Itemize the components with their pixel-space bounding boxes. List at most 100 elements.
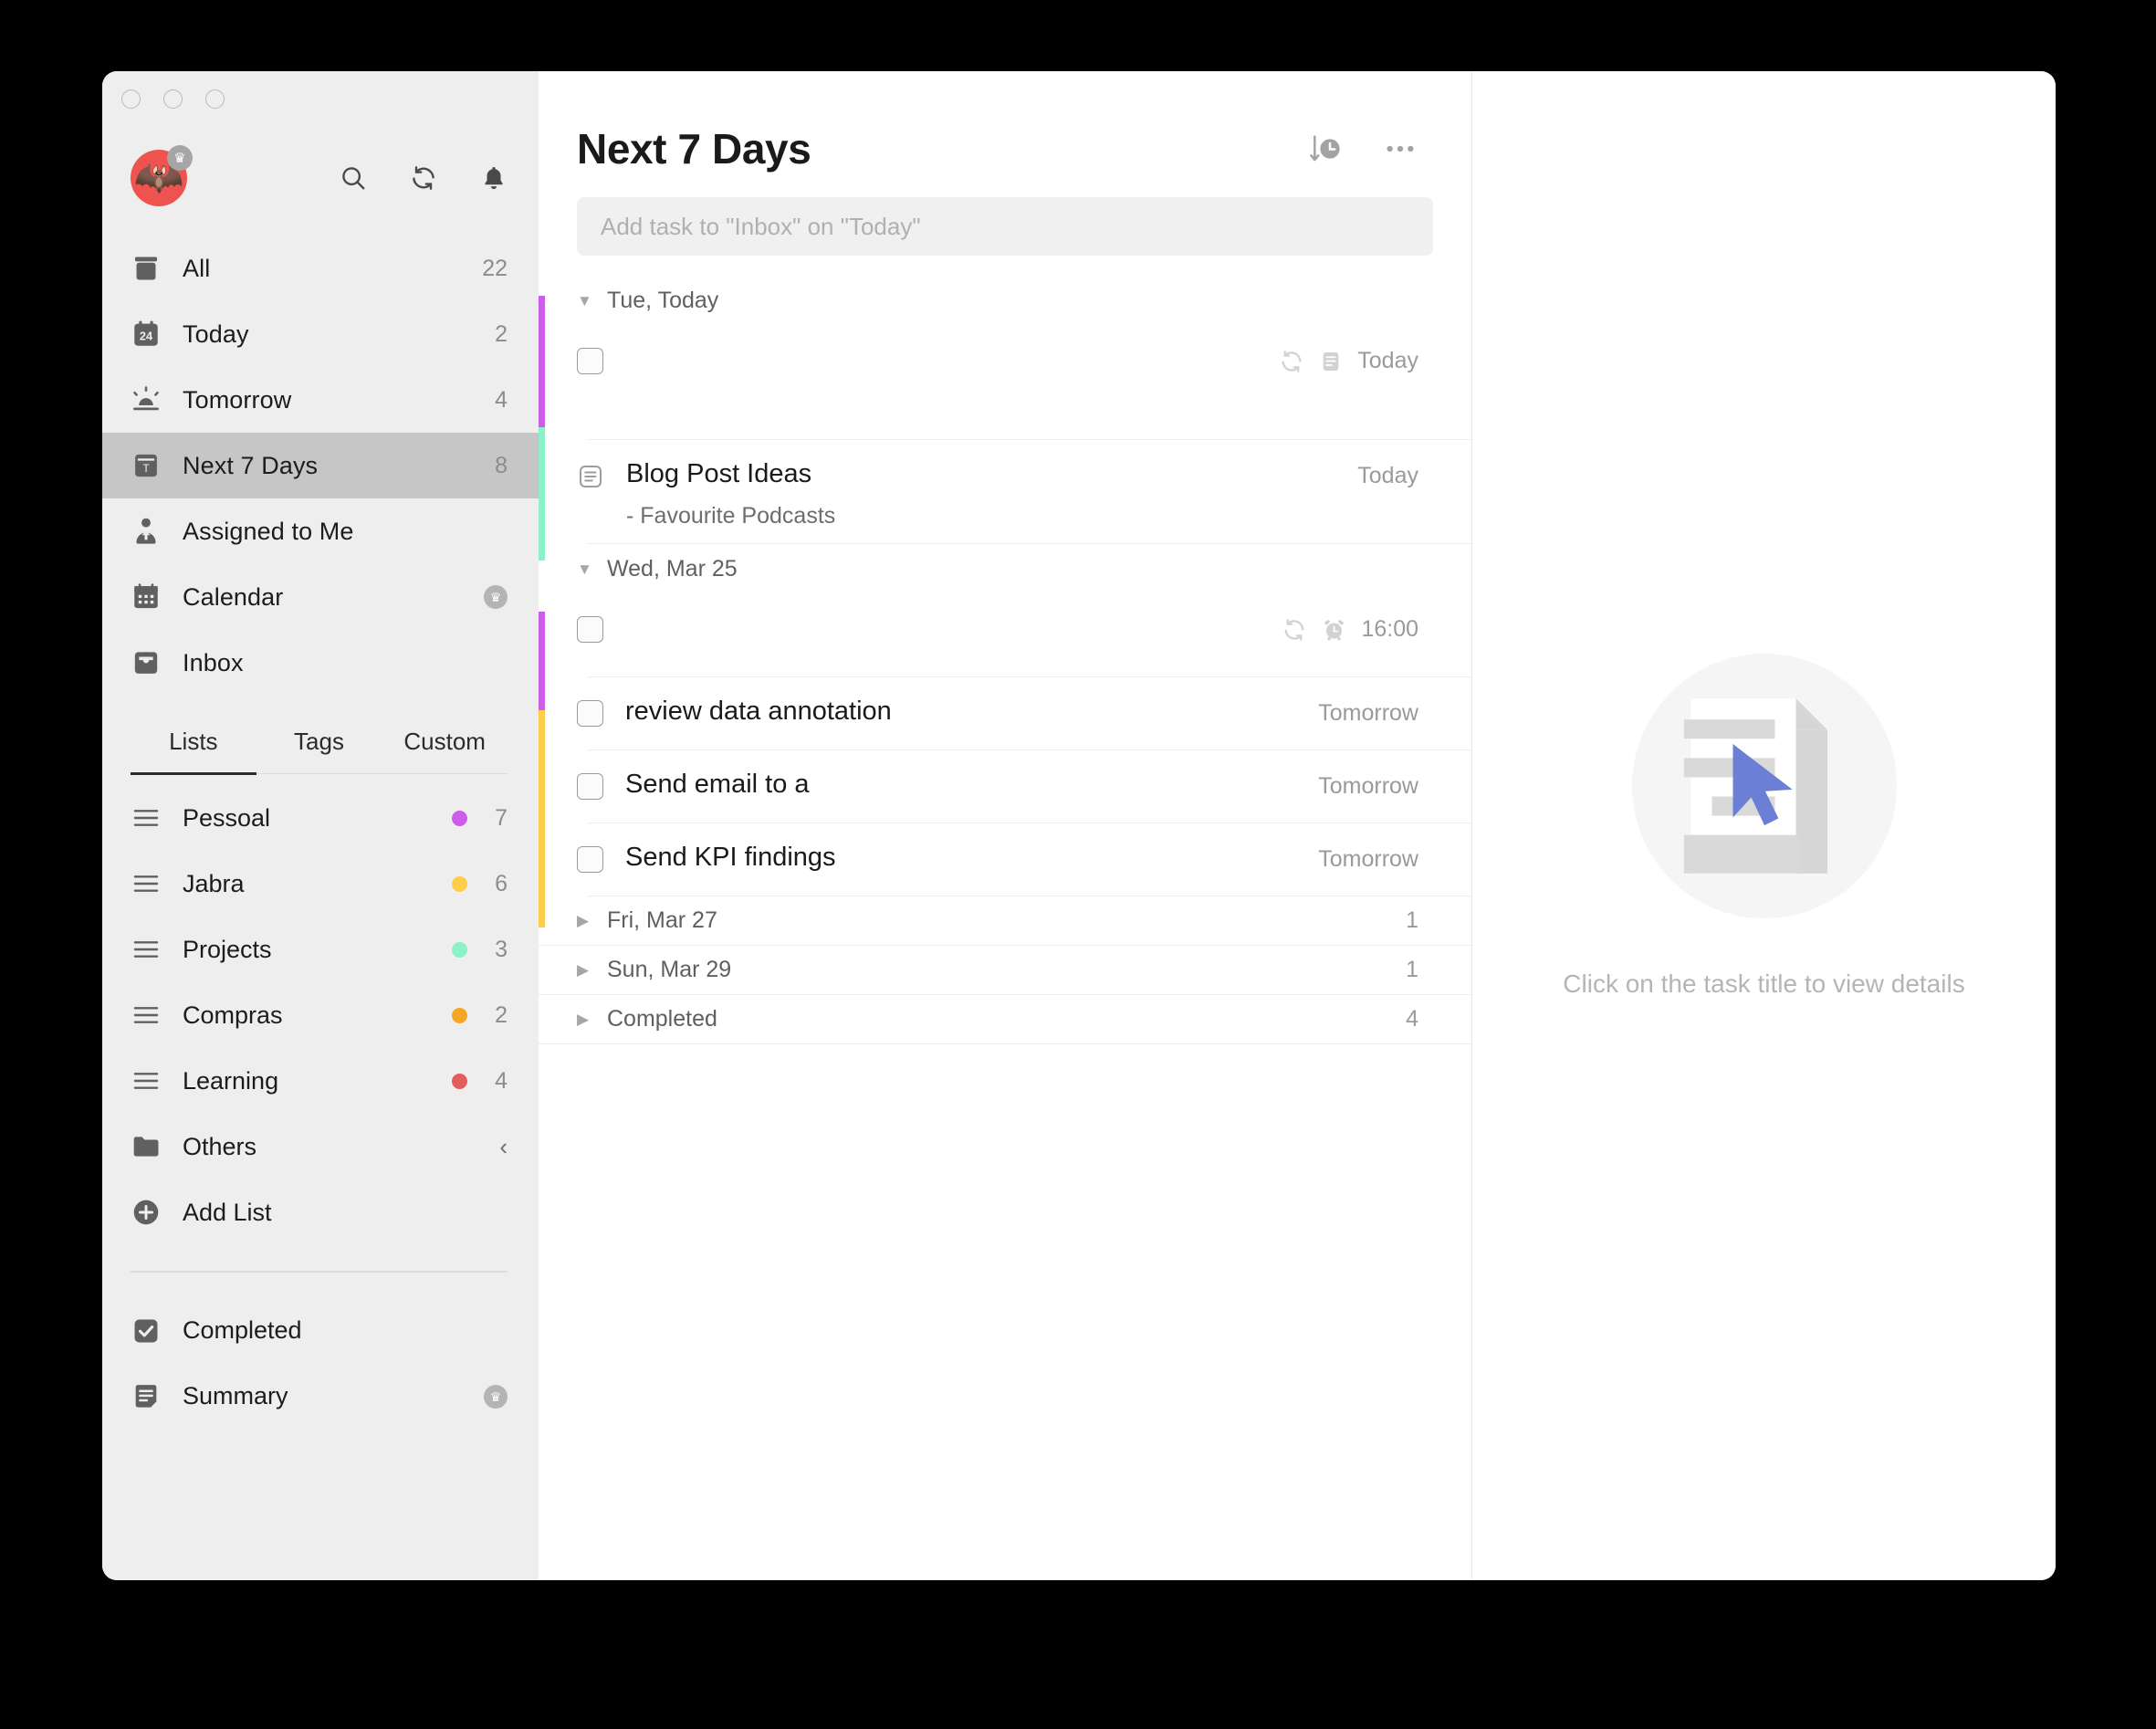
group-title: Tue, Today (607, 288, 718, 314)
close-button[interactable] (121, 89, 141, 109)
list-item-count: 6 (467, 871, 508, 897)
document-cursor-icon (1632, 654, 1897, 918)
crown-icon: ♛ (167, 145, 193, 171)
list-item[interactable]: Pessoal 7 (102, 785, 539, 851)
sidebar-item-today[interactable]: 24 Today 2 (102, 301, 539, 367)
task-body (603, 593, 1263, 624)
table-row[interactable]: Send KPI findings Tomorrow (539, 823, 1471, 896)
bell-icon[interactable] (480, 164, 508, 192)
task-meta: Tomorrow (1300, 700, 1418, 727)
task-date: Tomorrow (1318, 846, 1418, 873)
group-header-wed-mar-25[interactable]: ▼ Wed, Mar 25 (539, 544, 1471, 593)
table-row[interactable]: Blog Post Ideas - Favourite Podcasts Tod… (539, 440, 1471, 544)
list-color-dot (452, 811, 467, 826)
list-item-label: Jabra (183, 870, 245, 898)
inbox-box-icon (131, 253, 162, 284)
caret-down-icon: ▼ (577, 561, 597, 577)
chevron-left-icon[interactable]: ‹ (499, 1135, 508, 1158)
avatar[interactable]: 🦇 ♛ (131, 150, 187, 206)
sidebar-item-label: Assigned to Me (183, 518, 354, 546)
caret-right-icon: ▶ (577, 962, 597, 978)
add-task-input[interactable]: Add task to "Inbox" on "Today" (577, 197, 1433, 256)
add-list-button[interactable]: Add List (102, 1179, 539, 1245)
note-icon[interactable] (577, 463, 604, 490)
task-title[interactable]: Send email to a (625, 767, 1300, 802)
sidebar-item-completed[interactable]: Completed (102, 1298, 539, 1364)
calendar-week-icon: T (131, 450, 162, 481)
group-title: Sun, Mar 29 (607, 957, 731, 983)
task-checkbox[interactable] (577, 773, 603, 800)
list-lines-icon (131, 1065, 162, 1096)
tab-lists[interactable]: Lists (131, 718, 256, 775)
task-meta: Today (1339, 463, 1418, 489)
list-item[interactable]: Jabra 6 (102, 851, 539, 917)
task-body (603, 325, 1261, 356)
sidebar-item-inbox[interactable]: Inbox (102, 630, 539, 696)
person-assigned-icon (131, 516, 162, 547)
list-color-dot (452, 876, 467, 892)
list-color-dot (452, 942, 467, 958)
sidebar-item-all[interactable]: All 22 (102, 236, 539, 301)
repeat-icon (1282, 617, 1307, 643)
task-checkbox[interactable] (577, 348, 603, 374)
task-subtitle: - Favourite Podcasts (626, 503, 1339, 529)
sidebar-item-summary[interactable]: Summary ♛ (102, 1364, 539, 1430)
list-item[interactable]: Learning 4 (102, 1048, 539, 1114)
sidebar-item-label: Inbox (183, 649, 244, 677)
task-meta: Tomorrow (1300, 773, 1418, 800)
checkbox-checked-icon (131, 1315, 162, 1347)
task-checkbox[interactable] (577, 700, 603, 727)
sidebar-item-next-7-days[interactable]: T Next 7 Days 8 (102, 433, 539, 498)
list-item-count: 3 (467, 937, 508, 963)
sidebar-divider (131, 1271, 508, 1273)
group-count: 4 (1406, 1006, 1418, 1032)
task-date: 16:00 (1361, 616, 1418, 643)
app-window: 🦇 ♛ (102, 71, 2056, 1580)
task-checkbox[interactable] (577, 616, 603, 643)
group-title: Completed (607, 1006, 717, 1032)
task-checkbox[interactable] (577, 846, 603, 873)
sidebar-item-tomorrow[interactable]: Tomorrow 4 (102, 367, 539, 433)
table-row[interactable]: 16:00 (539, 593, 1471, 677)
tab-tags[interactable]: Tags (256, 718, 382, 773)
main-header: Next 7 Days (539, 71, 1471, 179)
user-lists: Pessoal 7 Jabra 6 Projects 3 (102, 785, 539, 1245)
tab-custom[interactable]: Custom (382, 718, 508, 773)
caret-down-icon: ▼ (577, 293, 597, 309)
account-actions (340, 164, 508, 192)
task-meta: 16:00 (1263, 616, 1418, 643)
task-title[interactable]: Send KPI findings (625, 840, 1300, 875)
sync-icon[interactable] (410, 164, 437, 192)
group-header-sun-mar-29[interactable]: ▶ Sun, Mar 29 1 (539, 946, 1471, 995)
sidebar-item-label: Calendar (183, 583, 283, 612)
task-meta: Tomorrow (1300, 846, 1418, 873)
table-row[interactable]: Today (539, 325, 1471, 440)
task-title[interactable]: review data annotation (625, 694, 1300, 729)
group-header-completed[interactable]: ▶ Completed 4 (539, 995, 1471, 1044)
sort-by-time-icon[interactable] (1307, 131, 1344, 167)
list-item[interactable]: Projects 3 (102, 917, 539, 982)
table-row[interactable]: Send email to a Tomorrow (539, 750, 1471, 823)
sidebar-item-label: Tomorrow (183, 386, 291, 414)
task-area: ▼ Tue, Today (539, 276, 1471, 1044)
minimize-button[interactable] (163, 89, 183, 109)
group-header-fri-mar-27[interactable]: ▶ Fri, Mar 27 1 (539, 896, 1471, 946)
list-item[interactable]: Compras 2 (102, 982, 539, 1048)
sidebar-item-assigned-to-me[interactable]: Assigned to Me (102, 498, 539, 564)
task-title[interactable]: Blog Post Ideas (626, 456, 1339, 492)
zoom-button[interactable] (205, 89, 225, 109)
pro-crown-icon: ♛ (484, 1385, 508, 1409)
sidebar-item-count: 4 (495, 387, 508, 414)
group-header-tue-today[interactable]: ▼ Tue, Today (539, 276, 1471, 325)
list-item-count: 4 (467, 1068, 508, 1095)
group-title: Fri, Mar 27 (607, 907, 717, 934)
list-lines-icon (131, 868, 162, 899)
sidebar-item-calendar[interactable]: Calendar ♛ (102, 564, 539, 630)
list-item-label: Projects (183, 936, 272, 964)
folder-item-others[interactable]: Others ‹ (102, 1114, 539, 1179)
search-icon[interactable] (340, 164, 367, 192)
sidebar-tabs: Lists Tags Custom (131, 718, 508, 774)
list-lines-icon (131, 934, 162, 965)
table-row[interactable]: review data annotation Tomorrow (539, 677, 1471, 750)
more-options-icon[interactable] (1382, 131, 1418, 167)
